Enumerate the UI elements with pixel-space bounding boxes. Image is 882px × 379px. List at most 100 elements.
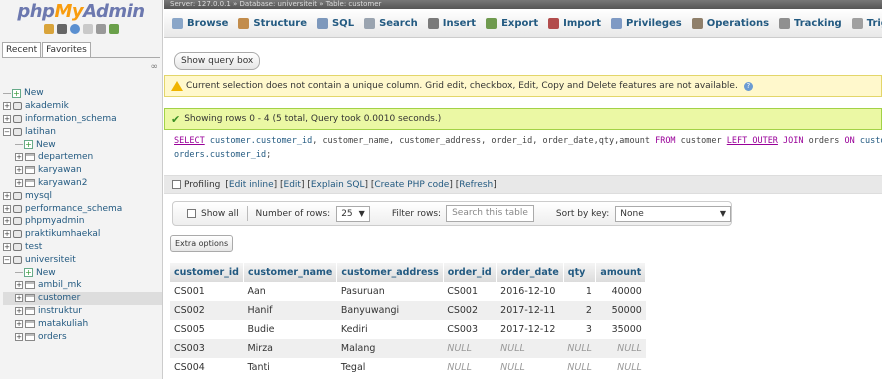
favorites-tab[interactable]: Favorites — [42, 42, 91, 57]
tree-item[interactable]: + performance_schema — [3, 202, 162, 215]
new-icon: + — [12, 88, 21, 98]
tree-item[interactable]: + information_schema — [3, 113, 162, 126]
collapse-icon[interactable]: − — [3, 255, 11, 264]
logout-icon[interactable] — [56, 24, 67, 34]
column-header[interactable]: order_date — [496, 263, 564, 282]
edit-inline-link[interactable]: Edit inline — [229, 180, 274, 190]
database-icon — [13, 102, 22, 111]
tree-item[interactable]: − latihan — [3, 125, 162, 138]
tree-item[interactable]: + karyawan — [3, 164, 162, 177]
tree-item[interactable]: + instruktur — [3, 305, 162, 318]
logo-text-my: My — [54, 1, 84, 22]
insert-icon — [427, 17, 439, 29]
expand-icon[interactable]: + — [15, 178, 23, 187]
expand-icon[interactable]: + — [3, 230, 11, 239]
phpmyadmin-logo[interactable]: phpMyAdmin — [0, 0, 162, 22]
create-php-code-link[interactable]: Create PHP code — [374, 180, 449, 190]
rows-select[interactable]: 25 ▼ — [336, 205, 370, 222]
tab-triggers[interactable]: Triggers — [851, 17, 882, 29]
tree-item[interactable]: + test — [3, 241, 162, 254]
column-header[interactable]: customer_name — [243, 263, 338, 282]
expand-icon[interactable]: + — [15, 166, 23, 175]
tab-search[interactable]: Search — [364, 17, 418, 29]
quick-icons — [0, 24, 162, 38]
tab-tracking[interactable]: Tracking — [779, 17, 842, 29]
tree-item-label: departemen — [38, 152, 94, 163]
tab-label: Browse — [187, 17, 229, 29]
tree-item[interactable]: + phpmyadmin — [3, 215, 162, 228]
rows-value: 25 — [341, 208, 353, 219]
tree-item[interactable]: + mysql — [3, 189, 162, 202]
table-cell: CS001 — [443, 282, 497, 301]
edit-link[interactable]: Edit — [284, 180, 301, 190]
tree-item[interactable]: + praktikumhaekal — [3, 228, 162, 241]
tree-item[interactable]: − universiteit — [3, 253, 162, 266]
expand-icon[interactable]: + — [15, 319, 23, 328]
tab-structure[interactable]: Structure — [238, 17, 307, 29]
tab-privileges[interactable]: Privileges — [611, 17, 682, 29]
expand-icon[interactable]: + — [3, 191, 11, 200]
filter-rows-input[interactable]: Search this table — [446, 205, 534, 222]
expand-icon[interactable]: + — [15, 294, 23, 303]
column-header[interactable]: customer_id — [170, 263, 244, 282]
column-header[interactable]: customer_address — [336, 263, 444, 282]
expand-icon[interactable]: + — [3, 242, 11, 251]
tab-import[interactable]: Import — [548, 17, 601, 29]
tree-item[interactable]: + ambil_mk — [3, 279, 162, 292]
tree-line — [15, 272, 23, 274]
tree-item[interactable]: + New — [3, 87, 162, 100]
chevron-down-icon: ▼ — [358, 209, 365, 218]
tree-item[interactable]: + orders — [3, 330, 162, 343]
show-all-checkbox[interactable] — [187, 209, 196, 218]
tree-item[interactable]: + karyawan2 — [3, 177, 162, 190]
sort-select[interactable]: None ▼ — [615, 205, 731, 222]
expand-icon[interactable]: + — [3, 204, 11, 213]
tab-operations[interactable]: Operations — [691, 17, 769, 29]
tree-item[interactable]: + New — [3, 266, 162, 279]
tab-insert[interactable]: Insert — [427, 17, 476, 29]
tree-item[interactable]: + customer — [3, 291, 162, 305]
link-icon[interactable]: ∞ — [151, 62, 159, 72]
column-header[interactable]: amount — [595, 263, 647, 282]
breadcrumb[interactable]: Server: 127.0.0.1 » Database: universite… — [164, 0, 882, 9]
database-icon — [13, 191, 22, 200]
tree-item[interactable]: + akademik — [3, 100, 162, 113]
expand-icon[interactable]: + — [3, 114, 11, 123]
reload-icon[interactable] — [108, 24, 119, 34]
recent-tab[interactable]: Recent — [2, 42, 42, 57]
tree-item[interactable]: + New — [3, 138, 162, 151]
explain-sql-link[interactable]: Explain SQL — [311, 180, 365, 190]
tree-item-label: performance_schema — [25, 203, 123, 214]
expand-icon[interactable]: + — [15, 332, 23, 341]
tree-item-label: karyawan — [38, 165, 82, 176]
expand-icon[interactable]: + — [15, 153, 23, 162]
table-cell: NULL — [443, 339, 497, 358]
tree-item[interactable]: + matakuliah — [3, 317, 162, 330]
tab-export[interactable]: Export — [486, 17, 538, 29]
docs-icon[interactable] — [82, 24, 93, 34]
expand-icon[interactable]: + — [15, 281, 23, 290]
filter-label: Filter rows: — [391, 208, 442, 219]
documentation-icon[interactable]: ? — [743, 81, 753, 91]
collapse-icon[interactable]: − — [3, 127, 11, 136]
extra-options-button[interactable]: Extra options — [170, 235, 234, 252]
sql-join[interactable]: LEFT OUTER — [727, 136, 778, 146]
home-icon[interactable] — [43, 24, 54, 34]
expand-icon[interactable]: + — [3, 102, 11, 111]
help-icon[interactable] — [69, 24, 80, 34]
refresh-link[interactable]: Refresh — [459, 180, 493, 190]
profiling-checkbox[interactable] — [172, 180, 181, 189]
settings-icon[interactable] — [95, 24, 106, 34]
tab-sql[interactable]: SQL — [316, 17, 354, 29]
tab-browse[interactable]: Browse — [172, 17, 229, 29]
table-cell: 1 — [563, 282, 596, 301]
tree-item-label: test — [25, 241, 43, 252]
column-header[interactable]: order_id — [443, 263, 497, 282]
sql-t2: orders — [803, 136, 845, 146]
sql-select[interactable]: SELECT — [174, 136, 205, 146]
expand-icon[interactable]: + — [3, 217, 11, 226]
show-query-box-button[interactable]: Show query box — [174, 52, 261, 70]
column-header[interactable]: qty — [563, 263, 597, 282]
expand-icon[interactable]: + — [15, 306, 23, 315]
tree-item[interactable]: + departemen — [3, 151, 162, 164]
